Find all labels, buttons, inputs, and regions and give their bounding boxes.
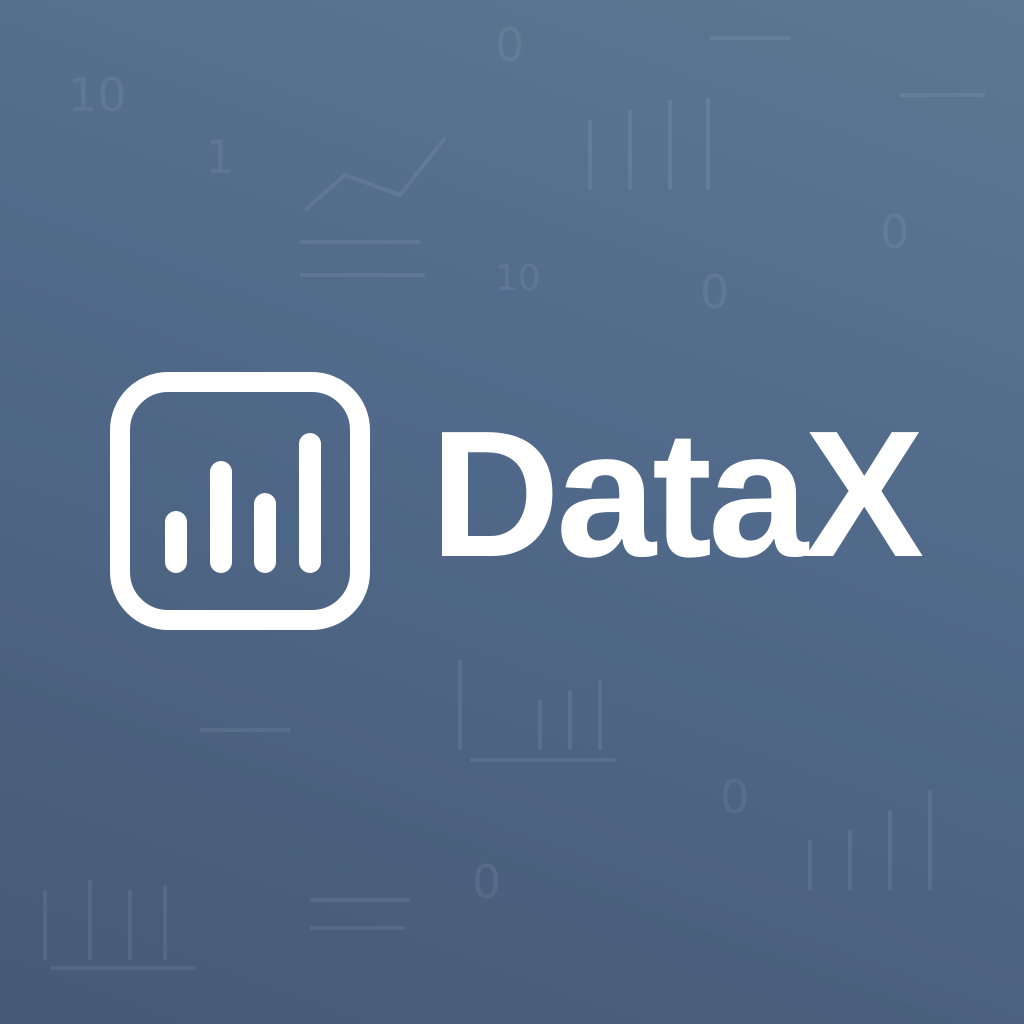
background-digit: 10: [495, 258, 541, 299]
background-digit: 0: [495, 18, 525, 72]
background-digit: 0: [880, 205, 910, 259]
faint-line-chart: [303, 136, 447, 212]
background-digit: 10: [68, 68, 127, 122]
background-digit: 0: [700, 265, 730, 319]
background-digit: 1: [205, 130, 235, 184]
brand-wordmark: DataX: [430, 394, 924, 595]
background-digit: 0: [472, 855, 502, 909]
background-digit: 0: [720, 770, 750, 824]
bar-chart-icon: [110, 372, 370, 630]
